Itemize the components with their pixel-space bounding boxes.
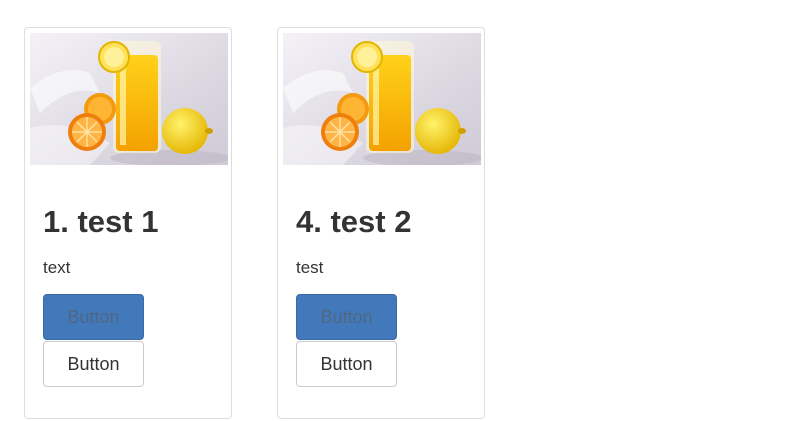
secondary-button[interactable]: Button xyxy=(296,341,397,387)
secondary-button[interactable]: Button xyxy=(43,341,144,387)
card-2: 4. test 2 test Button Button xyxy=(277,27,485,419)
card-image xyxy=(283,33,481,165)
card-image xyxy=(30,33,228,165)
card-text: test xyxy=(296,258,324,277)
orange-juice-image xyxy=(30,33,228,165)
card-title: 1. test 1 xyxy=(43,204,159,239)
card-title: 4. test 2 xyxy=(296,204,412,239)
card-1: 1. test 1 text Button Button xyxy=(24,27,232,419)
orange-juice-image xyxy=(283,33,481,165)
primary-button[interactable]: Button xyxy=(296,294,397,340)
page: 1. test 1 text Button Button 4. test 2 t… xyxy=(0,0,800,421)
card-text: text xyxy=(43,258,71,277)
primary-button[interactable]: Button xyxy=(43,294,144,340)
